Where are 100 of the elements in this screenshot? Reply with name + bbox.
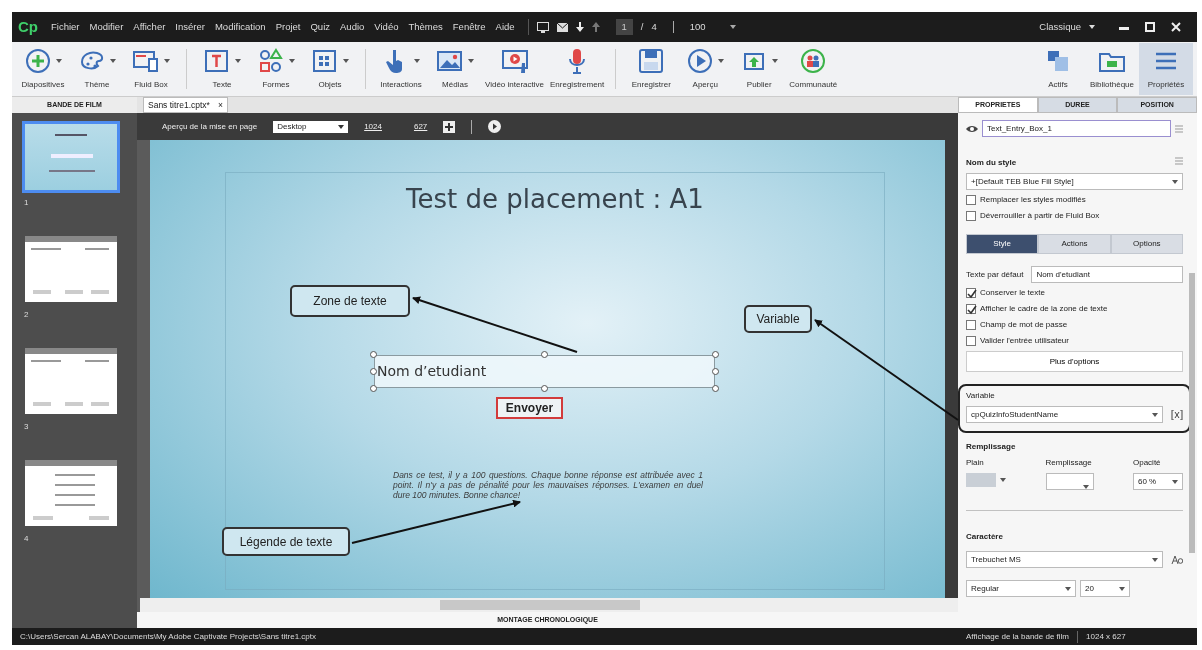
toolbar-button[interactable]: Enregistrer (624, 43, 679, 95)
caret-icon (338, 124, 345, 129)
caret-icon (1089, 25, 1095, 29)
toolbar-button[interactable]: Publier (732, 43, 787, 95)
default-text-field[interactable]: Nom d'etudiant (1031, 266, 1183, 283)
checkbox[interactable] (966, 195, 976, 205)
resize-handle[interactable] (712, 385, 719, 392)
toolbar-button[interactable]: Aperçu (678, 43, 733, 95)
vertical-scrollbar[interactable] (945, 140, 958, 598)
font-style-dropdown[interactable]: Regular (966, 580, 1076, 597)
resize-handle[interactable] (370, 385, 377, 392)
toolbar-button[interactable]: Vidéo interactive (482, 43, 547, 95)
add-icon[interactable] (443, 120, 456, 133)
font-dropdown[interactable]: Trebuchet MS (966, 551, 1163, 568)
menu-item[interactable]: Thèmes (403, 19, 448, 35)
slide-thumbnail[interactable] (22, 121, 120, 193)
variable-icon[interactable] (1171, 409, 1183, 420)
horizontal-scrollbar[interactable] (140, 598, 958, 612)
caret-icon (110, 59, 116, 63)
play-icon[interactable] (488, 120, 502, 133)
segment-tab[interactable]: Style (966, 234, 1039, 254)
workspace-dropdown[interactable]: Classique (1039, 19, 1081, 35)
menu-item[interactable]: Fichier (46, 19, 85, 35)
name-field[interactable]: Text_Entry_Box_1 (982, 120, 1171, 137)
text-icon (203, 47, 231, 75)
eye-icon[interactable] (966, 124, 978, 133)
file-path: C:\Users\Sercan ALABAY\Documents\My Adobe Captivate Projects\Sans titre1.cptx (19, 630, 317, 643)
checkbox-label: Champ de mot de passe (980, 319, 1068, 331)
style-dropdown[interactable]: +[Default TEB Blue Fill Style] (966, 173, 1183, 190)
close-icon[interactable] (1171, 22, 1181, 32)
caret-icon (468, 59, 474, 63)
caret-icon (1152, 557, 1158, 562)
toolbar-button[interactable]: Actifs (1031, 43, 1085, 95)
resize-handle[interactable] (370, 368, 377, 375)
monitor-icon[interactable] (536, 21, 549, 33)
caret-icon (164, 59, 170, 63)
video-icon (500, 47, 529, 75)
resize-handle[interactable] (370, 351, 377, 358)
font-size-dropdown[interactable]: 20 (1080, 580, 1130, 597)
checkbox[interactable] (966, 211, 976, 221)
more-options-button[interactable]: Plus d'options (966, 351, 1183, 372)
checkbox[interactable] (966, 304, 976, 314)
page-field[interactable]: 1 (615, 18, 633, 36)
down-arrow-icon[interactable] (575, 22, 584, 32)
device-dropdown[interactable]: Desktop (273, 120, 349, 133)
menu-item[interactable]: Vidéo (369, 19, 404, 35)
maximize-icon[interactable] (1145, 22, 1155, 32)
grid-icon (311, 47, 339, 75)
toolbar-button[interactable]: Propriétés (1139, 43, 1193, 95)
segment-tab[interactable]: Options (1110, 234, 1183, 254)
slide-thumbnail[interactable] (22, 345, 120, 417)
toolbar-button[interactable]: Fluid Box (124, 43, 178, 95)
field-label: Variable (966, 390, 996, 402)
menu-item[interactable]: Aide (490, 19, 520, 35)
checkbox[interactable] (966, 336, 976, 346)
toolbar-button[interactable]: Thème (70, 43, 124, 95)
message-icon[interactable] (556, 22, 568, 32)
menu-item[interactable]: Afficher (128, 19, 171, 35)
resize-handle[interactable] (541, 351, 548, 358)
variable-dropdown[interactable]: cpQuizInfoStudentName (966, 406, 1163, 423)
checkbox[interactable] (966, 320, 976, 330)
scrollbar[interactable] (1189, 273, 1195, 553)
close-tab-button[interactable]: × (217, 98, 223, 112)
up-arrow-icon[interactable] (591, 22, 600, 32)
document-tab[interactable]: Sans titre1.cptx* × (143, 97, 228, 113)
toolbar-button[interactable]: Objets (303, 43, 357, 95)
opacity-field[interactable]: 60 % (1133, 473, 1183, 490)
checkbox[interactable] (966, 288, 976, 298)
resize-handle[interactable] (541, 385, 548, 392)
toolbar-button[interactable]: Communauté (786, 43, 841, 95)
menu-item[interactable]: Fenêtre (447, 19, 491, 35)
menu-item[interactable]: Modifier (84, 19, 129, 35)
toolbar-button[interactable]: Diapositives (16, 43, 70, 95)
menu-item[interactable]: Insérer (170, 19, 210, 35)
color-dropdown[interactable] (966, 473, 1006, 487)
submit-button[interactable]: Envoyer (496, 397, 563, 419)
menu-item[interactable]: Quiz (305, 19, 335, 35)
height-field[interactable]: 627 (413, 120, 428, 133)
width-field[interactable]: 1024 (364, 120, 382, 133)
callout-label: Zone de texte (290, 285, 410, 317)
play-icon (686, 47, 715, 75)
menu-item[interactable]: Modification (209, 19, 271, 35)
segment-tab[interactable]: Actions (1038, 234, 1111, 254)
toolbar-button[interactable]: Bibliothèque (1085, 43, 1139, 95)
toolbar-button[interactable]: Interactions (374, 43, 428, 95)
slide-thumbnail[interactable] (22, 457, 120, 529)
text-entry-box[interactable]: Nom d’etudiant (374, 355, 715, 388)
menu-item[interactable]: Audio (335, 19, 370, 35)
toolbar-button[interactable]: Médias (428, 43, 482, 95)
toolbar-button[interactable]: Texte (195, 43, 249, 95)
caret-icon (56, 59, 62, 63)
checkbox-label: Valider l'entrée utilisateur (980, 335, 1069, 347)
resize-handle[interactable] (712, 351, 719, 358)
page-total: 4 (651, 19, 657, 34)
toolbar-button[interactable]: Enregistrement (547, 43, 608, 95)
resize-handle[interactable] (712, 368, 719, 375)
slide-thumbnail[interactable] (22, 233, 120, 305)
menu-item[interactable]: Projet (270, 19, 306, 35)
toolbar-button[interactable]: Formes (249, 43, 303, 95)
font-icon[interactable] (1171, 554, 1183, 565)
